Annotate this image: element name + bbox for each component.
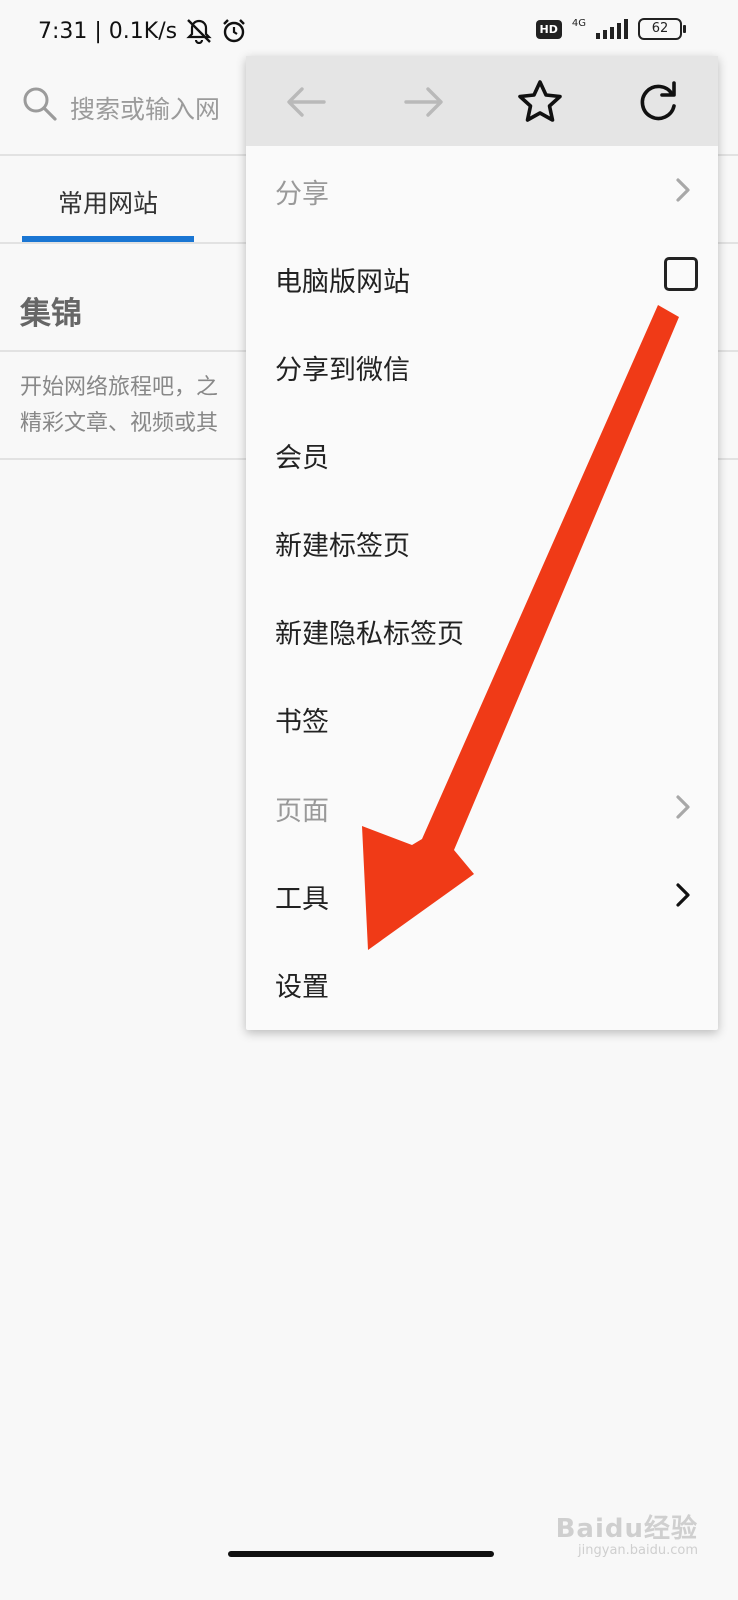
home-indicator[interactable] <box>228 1551 494 1557</box>
watermark-url: jingyan.baidu.com <box>578 1543 698 1558</box>
annotation-arrow <box>362 305 679 950</box>
watermark-logo: Baidu经验 <box>555 1514 698 1544</box>
